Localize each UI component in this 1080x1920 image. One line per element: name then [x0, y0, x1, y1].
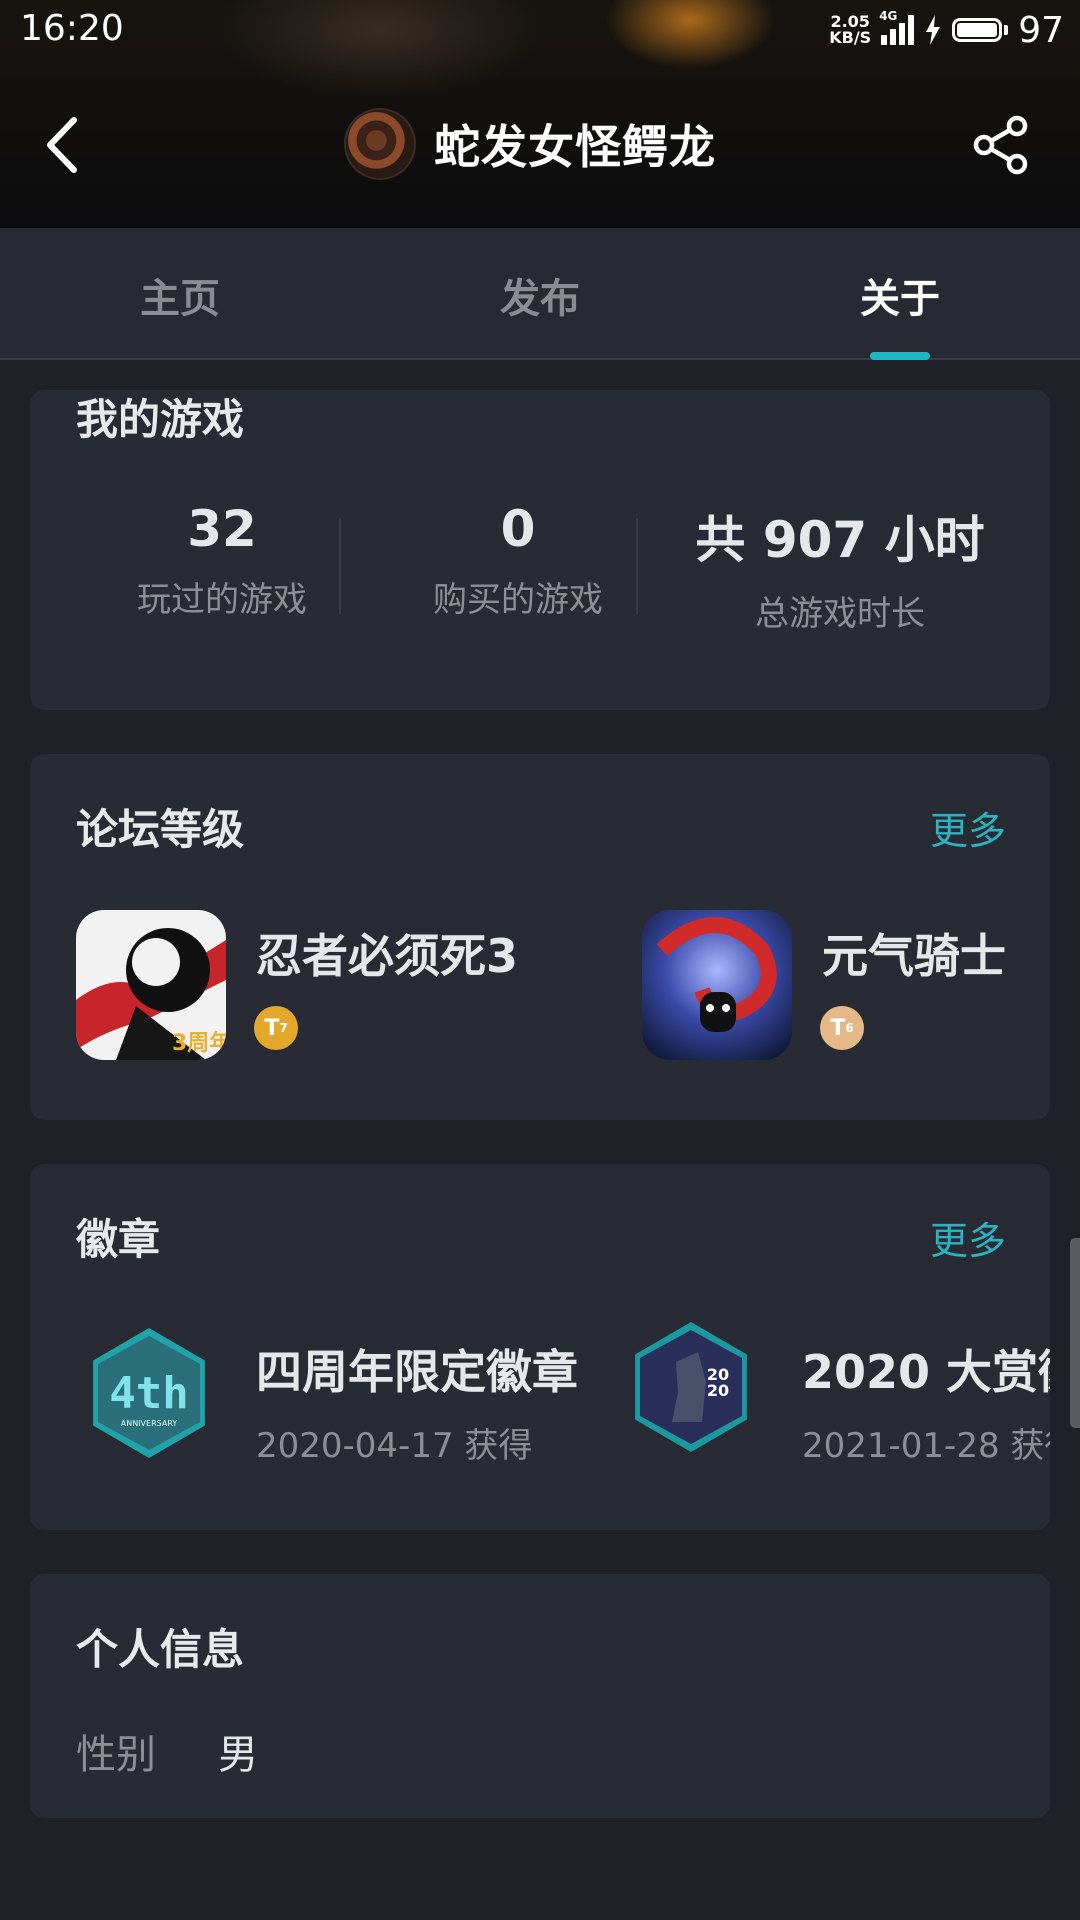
stat-label: 玩过的游戏 [137, 580, 307, 620]
forum-level-card: 论坛等级 更多 3周年 忍者必须死3 T7 元气骑士 T 6 [30, 754, 1050, 1120]
forum-level-title: 论坛等级 [76, 805, 245, 854]
my-games-card: 我的游戏 32 玩过的游戏 0 购买的游戏 共 907 小时 总游戏时长 [30, 390, 1050, 710]
stat-played-games[interactable]: 32 玩过的游戏 [72, 500, 372, 621]
tab-posts[interactable]: 发布 [440, 266, 640, 324]
profile-tabs: 主页 发布 关于 [0, 228, 1080, 360]
svg-text:3周年: 3周年 [172, 1030, 226, 1056]
stat-label: 总游戏时长 [755, 594, 925, 634]
profile-header: 16:20 2.05 KB/S 4G 97 蛇发女怪鳄龙 [0, 0, 1080, 228]
scrollbar-handle[interactable] [1070, 1238, 1080, 1428]
badges-title: 徽章 [76, 1215, 161, 1264]
stat-value: 32 [187, 500, 257, 558]
tab-active-indicator [870, 352, 930, 360]
badges-more-link[interactable]: 更多 [930, 1210, 1006, 1265]
status-time: 16:20 [20, 8, 124, 49]
svg-text:ANNIVERSARY: ANNIVERSARY [121, 1419, 178, 1428]
tab-home[interactable]: 主页 [80, 266, 280, 324]
tab-about[interactable]: 关于 [800, 266, 1000, 324]
badge-date: 2020-04-17 获得 [256, 1426, 533, 1466]
stat-divider [339, 518, 341, 614]
4th-anniversary-badge-icon[interactable]: 4th ANNIVERSARY [93, 1328, 205, 1458]
level-badge-icon: T6 [820, 1006, 864, 1050]
stat-total-playtime[interactable]: 共 907 小时 总游戏时长 [670, 500, 1010, 635]
level-badge-number: 7 [279, 1021, 288, 1035]
gender-label: 性别 [76, 1732, 156, 1778]
battery-percent: 97 [1018, 9, 1064, 51]
level-badge-letter: T [264, 1015, 280, 1041]
back-button[interactable] [38, 110, 88, 180]
signal-icon: 4G [879, 9, 915, 45]
svg-text:20: 20 [707, 1381, 729, 1400]
soul-knight-icon[interactable] [642, 910, 792, 1060]
network-speed: 2.05 KB/S [829, 14, 871, 46]
share-icon[interactable] [970, 114, 1032, 176]
level-badge-icon: T7 [254, 1006, 298, 1050]
gender-value: 男 [218, 1732, 258, 1778]
level-badge-letter: T [830, 1015, 846, 1041]
personal-info-card: 个人信息 性别 男 [30, 1574, 1050, 1818]
2020-awards-badge-icon[interactable]: 20 20 [635, 1322, 747, 1452]
forum-level-more-link[interactable]: 更多 [930, 800, 1006, 855]
page-title: 蛇发女怪鳄龙 [434, 120, 716, 174]
stat-label: 购买的游戏 [433, 580, 603, 620]
network-type: 4G [879, 9, 898, 23]
level-badge-number: 6 [845, 1021, 854, 1035]
forum-game-name[interactable]: 元气骑士 [822, 920, 1006, 986]
stat-value: 共 907 小时 [695, 511, 985, 569]
svg-text:4th: 4th [109, 1368, 188, 1419]
battery-icon [952, 18, 1009, 42]
status-bar: 16:20 2.05 KB/S 4G 97 [0, 0, 1080, 60]
header-title-group: 蛇发女怪鳄龙 [344, 108, 716, 180]
badge-date: 2021-01-28 获得 [802, 1426, 1050, 1466]
avatar[interactable] [344, 108, 416, 180]
stat-divider [636, 518, 638, 614]
badges-card: 徽章 更多 4th ANNIVERSARY 四周年限定徽章 2020-04-17… [30, 1164, 1050, 1530]
badge-name: 四周年限定徽章 [256, 1345, 578, 1399]
charging-icon [926, 15, 941, 45]
forum-game-name[interactable]: 忍者必须死3 [256, 920, 518, 986]
stat-purchased-games[interactable]: 0 购买的游戏 [368, 500, 668, 621]
ninja-game-icon[interactable]: 3周年 [76, 910, 226, 1060]
personal-info-title: 个人信息 [76, 1625, 245, 1674]
network-speed-unit: KB/S [829, 28, 872, 47]
badge-name: 2020 大赏徽 [802, 1345, 1050, 1399]
status-icons: 2.05 KB/S 4G 97 [829, 6, 1064, 54]
my-games-title: 我的游戏 [76, 395, 245, 444]
stat-value: 0 [500, 500, 536, 558]
